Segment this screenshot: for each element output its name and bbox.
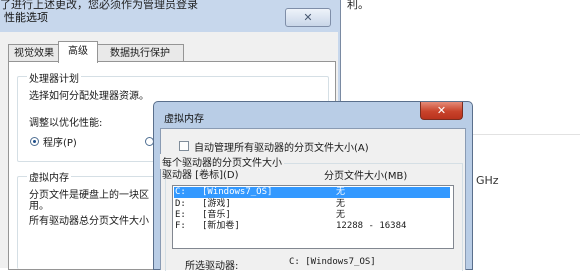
drive-page-size: 12288 - 16384 <box>336 221 407 231</box>
performance-options-close-button[interactable]: ✕ <box>285 8 331 27</box>
programs-radio[interactable] <box>30 137 39 146</box>
column-header-drive: 驱动器 [卷标](D) <box>162 170 239 181</box>
drive-label: [新加卷] <box>202 221 240 231</box>
virtual-memory-dialog: 虚拟内存 ✕ 自动管理所有驱动器的分页文件大小(A) 每个驱动器的分页文件大小 … <box>153 101 473 272</box>
paging-file-description-cont: 用。 <box>29 201 49 212</box>
drive-page-size: 无 <box>336 187 346 197</box>
column-header-size: 分页文件大小(MB) <box>324 171 408 182</box>
total-paging-file-label: 所有驱动器总分页文件大小 <box>29 216 149 227</box>
tab-visual-effects[interactable]: 视觉效果 <box>8 44 60 62</box>
drive-page-size: 无 <box>336 199 346 209</box>
processor-scheduling-legend: 处理器计划 <box>27 70 81 85</box>
close-icon: ✕ <box>436 104 447 117</box>
auto-manage-label[interactable]: 自动管理所有驱动器的分页文件大小(A) <box>194 139 369 154</box>
selected-drive-label: 所选驱动器: <box>185 261 239 272</box>
drive-row-d[interactable]: D: [游戏] 无 <box>174 199 450 210</box>
background-text-right: 利。 <box>347 0 369 11</box>
programs-radio-label[interactable]: 程序(P) <box>43 134 77 149</box>
tab-data-execution-prevention[interactable]: 数据执行保护 <box>96 44 184 62</box>
background-line <box>470 134 580 135</box>
drive-row-e[interactable]: E: [音乐] 无 <box>174 210 450 221</box>
close-icon: ✕ <box>303 11 313 24</box>
drive-letter: F: <box>175 221 186 231</box>
virtual-memory-dialog-title: 虚拟内存 <box>164 114 204 125</box>
selected-drive-value: C: [Windows7_OS] <box>289 257 376 267</box>
tab-advanced[interactable]: 高级 <box>58 41 98 63</box>
drive-row-f[interactable]: F: [新加卷] 12288 - 16384 <box>174 221 450 232</box>
drive-letter: C: <box>175 187 186 197</box>
drive-label: [游戏] <box>202 199 231 209</box>
drive-row-c[interactable]: C: [Windows7_OS] 无 <box>174 187 450 198</box>
drive-label: [音乐] <box>202 210 231 220</box>
adjust-performance-label: 调整以优化性能: <box>29 118 103 129</box>
virtual-memory-close-button[interactable]: ✕ <box>420 102 463 120</box>
auto-manage-checkbox[interactable] <box>179 141 189 151</box>
performance-options-title: 性能选项 <box>4 11 48 24</box>
virtual-memory-legend: 虚拟内存 <box>27 169 71 184</box>
background-ghz-text: GHz <box>476 174 499 187</box>
drive-label: [Windows7_OS] <box>202 187 273 197</box>
drive-letter: D: <box>175 199 186 209</box>
drive-page-size: 无 <box>336 210 346 220</box>
virtual-memory-client: 自动管理所有驱动器的分页文件大小(A) 每个驱动器的分页文件大小 驱动器 [卷标… <box>160 128 466 272</box>
processor-scheduling-description: 选择如何分配处理器资源。 <box>29 91 149 102</box>
drive-list[interactable]: C: [Windows7_OS] 无 D: [游戏] 无 E: [音乐] 无 F… <box>172 185 454 249</box>
drive-letter: E: <box>175 210 186 220</box>
